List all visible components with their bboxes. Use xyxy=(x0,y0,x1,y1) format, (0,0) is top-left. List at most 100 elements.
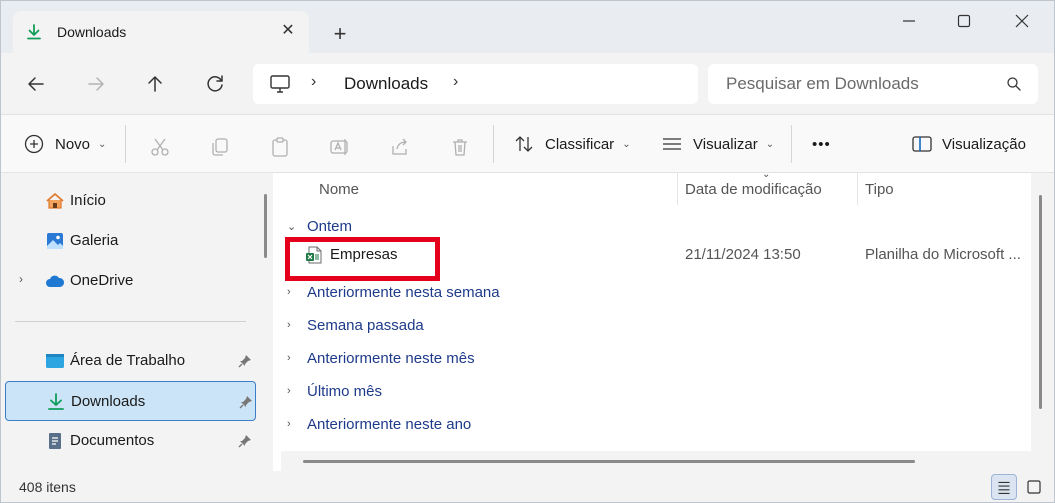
sidebar-item-label: Início xyxy=(70,192,106,209)
column-header-type[interactable]: Tipo xyxy=(865,181,894,198)
sort-indicator-icon: ⌄ xyxy=(762,169,771,180)
group-label: Último mês xyxy=(307,382,383,400)
search-input[interactable] xyxy=(708,64,1008,104)
column-divider[interactable] xyxy=(857,173,858,205)
more-options-button[interactable]: ••• xyxy=(812,130,831,158)
sort-label: Classificar xyxy=(545,135,615,153)
sidebar-item-area-de-trabalho[interactable]: Área de Trabalho xyxy=(5,341,256,381)
home-icon xyxy=(46,193,64,209)
group-header[interactable]: ⌄ Ontem xyxy=(287,213,352,239)
file-type: Planilha do Microsoft ... xyxy=(865,246,1021,263)
minimize-button[interactable] xyxy=(886,5,932,37)
sidebar-divider xyxy=(15,321,246,322)
sidebar-item-label: Área de Trabalho xyxy=(70,352,186,369)
tab-downloads[interactable]: Downloads ✕ xyxy=(13,11,309,53)
column-header-name[interactable]: Nome xyxy=(319,181,359,198)
cut-icon[interactable] xyxy=(149,136,171,158)
group-header[interactable]: › Último mês xyxy=(287,378,382,404)
sidebar-item-label: OneDrive xyxy=(70,272,134,289)
tab-label: Downloads xyxy=(57,24,127,40)
group-header[interactable]: › Anteriormente neste ano xyxy=(287,411,471,437)
preview-pane-icon xyxy=(912,136,932,152)
view-button[interactable]: Visualizar ⌄ xyxy=(661,130,774,158)
preview-label: Visualização xyxy=(942,135,1026,153)
this-pc-icon[interactable] xyxy=(269,74,291,94)
item-count: 408 itens xyxy=(19,479,76,495)
group-label: Anteriormente neste mês xyxy=(307,349,475,367)
vertical-scrollbar[interactable] xyxy=(1039,195,1042,409)
back-button[interactable] xyxy=(21,69,51,99)
copy-icon[interactable] xyxy=(209,136,231,158)
pin-icon[interactable] xyxy=(237,353,253,369)
sidebar-item-galeria[interactable]: Galeria xyxy=(5,221,256,261)
maximize-button[interactable] xyxy=(941,5,987,37)
list-view-icon xyxy=(663,138,681,150)
search-box[interactable] xyxy=(708,64,1038,104)
group-label: Anteriormente neste ano xyxy=(307,415,472,433)
chevron-right-icon: › xyxy=(287,385,291,397)
rename-icon[interactable] xyxy=(329,136,351,158)
group-label: Anteriormente nesta semana xyxy=(307,283,500,301)
new-tab-button[interactable]: + xyxy=(327,21,353,47)
pin-icon[interactable] xyxy=(237,433,253,449)
breadcrumb-downloads[interactable]: Downloads xyxy=(344,74,428,94)
horizontal-scrollbar[interactable] xyxy=(303,460,915,463)
view-label: Visualizar xyxy=(693,135,758,153)
gallery-icon xyxy=(47,233,63,249)
group-label: Semana passada xyxy=(307,316,424,334)
status-bar: 408 itens xyxy=(1,471,1054,502)
delete-icon[interactable] xyxy=(449,136,471,158)
document-icon xyxy=(49,433,61,449)
group-header[interactable]: › Semana passada xyxy=(287,312,424,338)
chevron-down-icon: ⌄ xyxy=(287,220,297,233)
sort-button[interactable]: Classificar ⌄ xyxy=(513,130,631,158)
address-bar[interactable]: › Downloads › xyxy=(253,64,698,104)
details-view-icon[interactable] xyxy=(991,474,1017,500)
sidebar-scrollbar[interactable] xyxy=(264,194,267,258)
divider xyxy=(493,125,494,163)
new-button[interactable]: Novo ⌄ xyxy=(23,130,106,158)
plus-circle-icon xyxy=(24,134,44,154)
group-label: Ontem xyxy=(307,217,353,235)
chevron-down-icon: ⌄ xyxy=(622,138,631,150)
chevron-right-icon: › xyxy=(287,319,291,331)
sidebar-item-inicio[interactable]: Início xyxy=(5,181,256,221)
annotation-highlight-box xyxy=(285,237,440,281)
close-window-button[interactable] xyxy=(999,5,1045,37)
sidebar-item-onedrive[interactable]: › OneDrive xyxy=(5,261,256,301)
sidebar-item-downloads[interactable]: Downloads xyxy=(5,381,256,421)
forward-button[interactable] xyxy=(81,69,111,99)
group-header[interactable]: › Anteriormente neste mês xyxy=(287,345,475,371)
column-divider[interactable] xyxy=(677,173,678,205)
sidebar-item-label: Galeria xyxy=(70,232,119,249)
sidebar-item-label: Downloads xyxy=(71,393,146,410)
tiles-view-icon[interactable] xyxy=(1021,474,1047,500)
pin-icon[interactable] xyxy=(238,394,254,410)
file-modified-date: 21/11/2024 13:50 xyxy=(685,246,801,263)
command-bar: Novo ⌄ Classificar ⌄ Visualizar ⌄ ••• Vi… xyxy=(1,115,1054,173)
desktop-icon xyxy=(46,354,64,368)
paste-icon[interactable] xyxy=(269,136,291,158)
breadcrumb-chevron-icon[interactable]: › xyxy=(453,73,458,91)
search-icon[interactable] xyxy=(1006,76,1022,92)
download-arrow-icon xyxy=(48,393,64,410)
column-header-modified[interactable]: Data de modificação xyxy=(685,181,822,198)
cloud-icon xyxy=(46,275,65,287)
new-label: Novo xyxy=(55,135,91,153)
chevron-down-icon: ⌄ xyxy=(98,138,107,150)
file-list: Nome ⌄ Data de modificação Tipo ⌄ Ontem … xyxy=(273,169,1031,471)
sidebar-item-documentos[interactable]: Documentos xyxy=(5,421,256,461)
tab-close-icon[interactable]: ✕ xyxy=(277,20,299,42)
preview-pane-button[interactable]: Visualização xyxy=(911,130,1026,158)
share-icon[interactable] xyxy=(389,136,411,158)
refresh-button[interactable] xyxy=(200,69,230,99)
group-header[interactable]: › Anteriormente nesta semana xyxy=(287,279,500,305)
breadcrumb-chevron-icon[interactable]: › xyxy=(311,73,316,91)
divider xyxy=(791,125,792,163)
chevron-right-icon: › xyxy=(287,418,291,430)
navigation-pane: Início Galeria › OneDrive Área de Trabal… xyxy=(1,173,259,471)
up-button[interactable] xyxy=(140,69,170,99)
chevron-right-icon: › xyxy=(287,286,291,298)
vertical-scroll-track xyxy=(1031,173,1054,471)
chevron-right-icon[interactable]: › xyxy=(19,272,23,286)
